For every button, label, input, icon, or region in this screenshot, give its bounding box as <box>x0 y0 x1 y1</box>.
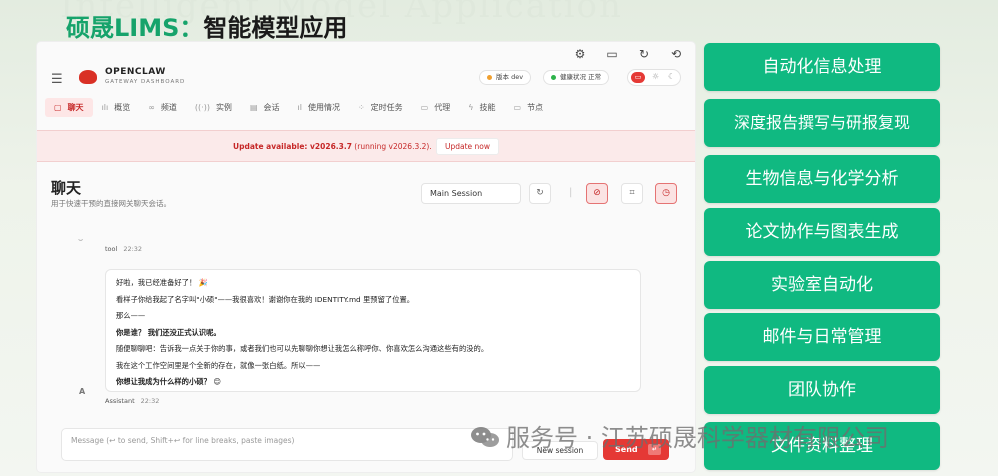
message-input[interactable]: Message (↩ to send, Shift+↩ for line bre… <box>61 428 513 461</box>
tab-skills[interactable]: ϟ 技能 <box>459 98 504 117</box>
tab-cron[interactable]: ⁘ 定时任务 <box>349 98 412 117</box>
radio-icon: ((·)) <box>194 103 210 112</box>
focus-button[interactable]: ⌗ <box>621 183 643 204</box>
wechat-icon <box>471 427 499 447</box>
wechat-watermark: 服务号 · 江苏硕晟科学器材有限公司 <box>470 418 889 453</box>
tab-label: 实例 <box>215 103 232 112</box>
tab-usage[interactable]: ıl 使用情况 <box>289 98 349 117</box>
message-author: Assistant <box>105 397 135 405</box>
tab-label: 代理 <box>434 103 451 112</box>
bar-chart-icon: ıl <box>297 103 302 112</box>
slide-title: 硕晟LIMS：智能模型应用 <box>66 8 347 43</box>
theme-toggle[interactable]: ▭ ☼ ☾ <box>627 69 681 86</box>
feature-button-1[interactable]: 自动化信息处理 <box>704 43 940 91</box>
page-title: 聊天 <box>51 179 82 197</box>
version-dot-icon <box>487 74 492 80</box>
tab-sessions[interactable]: ▤ 会话 <box>241 98 289 117</box>
clock-icon: ◷ <box>662 188 670 198</box>
tab-agents[interactable]: ▭ 代理 <box>412 98 460 117</box>
feature-button-2[interactable]: 深度报告撰写与研报复现 <box>704 99 940 147</box>
assistant-message-meta: Assistant 22:32 <box>105 397 159 405</box>
history-icon[interactable]: ⟲ <box>669 47 683 61</box>
overview-icon: ılı <box>101 103 109 112</box>
tab-label: 聊天 <box>67 103 84 112</box>
lobster-logo-icon <box>79 70 97 84</box>
version-label: 版本 dev <box>496 73 524 81</box>
settings-icon[interactable]: ⚙ <box>573 47 587 61</box>
collapse-icon[interactable]: ⌣ <box>78 235 83 245</box>
tab-nodes[interactable]: ▭ 节点 <box>505 98 553 117</box>
message-line: 那么—— <box>116 311 146 320</box>
loader-icon: ⁘ <box>357 103 365 112</box>
slide-title-rest: 智能模型应用 <box>203 14 348 42</box>
message-line: 好啦，我已经准备好了！ 🎉 <box>116 278 208 287</box>
feature-button-5[interactable]: 实验室自动化 <box>704 261 940 309</box>
brand-subtitle: GATEWAY DASHBOARD <box>105 79 186 85</box>
tab-overview[interactable]: ılı 概览 <box>93 98 140 117</box>
health-dot-icon <box>551 74 556 80</box>
feature-button-7[interactable]: 团队协作 <box>704 366 940 414</box>
feature-button-4[interactable]: 论文协作与图表生成 <box>704 208 940 256</box>
slide-title-accent: 硕晟LIMS： <box>66 14 204 42</box>
session-select[interactable]: Main Session <box>421 183 521 204</box>
update-banner-text: Update available: v2026.3.7 (running v20… <box>233 142 432 151</box>
health-label: 健康状况 正常 <box>560 73 602 81</box>
menu-icon[interactable]: ☰ <box>51 72 63 87</box>
feature-button-6[interactable]: 邮件与日常管理 <box>704 313 940 361</box>
tab-label: 使用情况 <box>307 103 340 112</box>
refresh-session-button[interactable]: ↻ <box>529 183 551 204</box>
focus-icon: ⌗ <box>629 188 635 198</box>
monitor-icon: ▭ <box>513 103 522 112</box>
message-line: 看样子你给我起了名字叫"小硕"——我很喜欢！谢谢你在我的 IDENTITY.md… <box>116 294 415 304</box>
window-toolbar: ⚙ ▭ ↻ ⟲ <box>573 47 683 61</box>
message-time: 22:32 <box>140 397 160 405</box>
message-line: 你想让我成为什么样的小硕？ 😊 <box>116 377 222 386</box>
assistant-message-bubble: 好啦，我已经准备好了！ 🎉 看样子你给我起了名字叫"小硕"——我很喜欢！谢谢你在… <box>105 269 641 392</box>
update-banner: Update available: v2026.3.7 (running v20… <box>37 130 695 162</box>
update-version: Update available: v2026.3.7 <box>233 142 352 151</box>
refresh-icon: ↻ <box>536 188 544 198</box>
app-window: ⚙ ▭ ↻ ⟲ ☰ OPENCLAW GATEWAY DASHBOARD 版本 … <box>37 42 695 472</box>
brand-name: OPENCLAW <box>105 67 166 77</box>
avatar: A <box>79 387 86 396</box>
chat-icon: ▢ <box>54 103 62 112</box>
refresh-icon[interactable]: ↻ <box>637 47 651 61</box>
tab-label: 概览 <box>114 103 131 112</box>
update-running: (running v2026.3.2). <box>351 142 432 151</box>
update-now-button[interactable]: Update now <box>436 138 500 155</box>
tab-label: 技能 <box>479 103 496 112</box>
brand-bar: ☰ OPENCLAW GATEWAY DASHBOARD 版本 dev 健康状况… <box>37 64 695 94</box>
tab-chat[interactable]: ▢ 聊天 <box>45 98 93 117</box>
message-author: tool <box>105 245 118 253</box>
tab-label: 会话 <box>263 103 280 112</box>
sun-icon[interactable]: ☼ <box>652 72 659 81</box>
main-nav: ▢ 聊天 ılı 概览 ∞ 频道 ((·)) 实例 ▤ 会话 ıl 使用情况 ⁘ 定时任务 ▭… <box>45 98 690 117</box>
tab-channels[interactable]: ∞ 频道 <box>139 98 186 117</box>
divider: | <box>569 187 573 198</box>
message-line: 我在这个工作空间里是个全新的存在，就像一张白纸。所以—— <box>116 360 321 370</box>
document-icon: ▤ <box>249 103 258 112</box>
message-line: 你是谁？ 我们还没正式认识呢。 <box>116 327 221 337</box>
screen-icon[interactable]: ▭ <box>605 47 619 61</box>
message-time: 22:32 <box>123 245 143 253</box>
tool-message-meta: tool 22:32 <box>105 245 142 253</box>
tab-label: 频道 <box>160 103 177 112</box>
message-line: 随便聊聊吧：告诉我一点关于你的事，或者我们也可以先聊聊你想让我怎么称呼你、你喜欢… <box>116 344 489 353</box>
thinking-toggle-button[interactable]: ⊘ <box>586 183 608 204</box>
feature-button-3[interactable]: 生物信息与化学分析 <box>704 155 940 203</box>
page-subtitle: 用于快速干预的直接网关聊天会话。 <box>51 199 171 208</box>
monitor-theme-icon[interactable]: ▭ <box>631 72 645 83</box>
cron-toggle-button[interactable]: ◷ <box>655 183 677 204</box>
tab-label: 节点 <box>527 103 544 112</box>
folder-icon: ▭ <box>420 103 429 112</box>
moon-icon[interactable]: ☾ <box>668 72 675 81</box>
health-pill: 健康状况 正常 <box>543 70 610 85</box>
tab-instances[interactable]: ((·)) 实例 <box>186 98 241 117</box>
brain-icon: ⊘ <box>593 188 601 198</box>
version-pill: 版本 dev <box>479 70 532 85</box>
zap-icon: ϟ <box>468 103 474 112</box>
link-icon: ∞ <box>148 103 155 112</box>
tab-label: 定时任务 <box>370 103 403 112</box>
watermark-text: 服务号 · 江苏硕晟科学器材有限公司 <box>506 424 889 452</box>
